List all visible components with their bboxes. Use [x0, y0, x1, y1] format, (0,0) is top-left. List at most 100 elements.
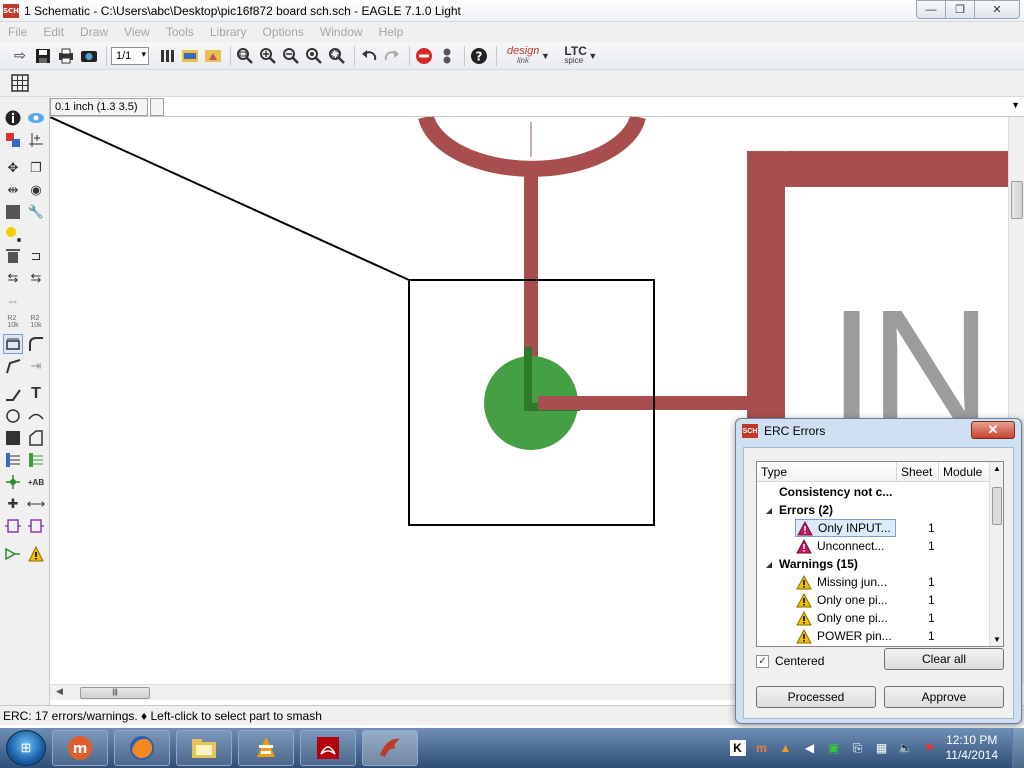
tray-network-icon[interactable]: ▦	[874, 740, 890, 756]
tray-speaker-icon[interactable]: ◀	[802, 740, 818, 756]
centered-checkbox-row[interactable]: ✓ Centered	[756, 654, 824, 668]
copy-icon[interactable]: ❐	[26, 158, 46, 178]
menu-tools[interactable]: Tools	[158, 25, 202, 39]
mark-icon[interactable]	[26, 130, 46, 150]
command-input[interactable]	[150, 97, 164, 116]
tray-m-icon[interactable]: m	[754, 740, 770, 756]
ltc-spice-logo[interactable]: LTC spice	[564, 45, 586, 66]
print-icon[interactable]	[56, 46, 76, 66]
erc-tree-row[interactable]: POWER pi...1	[757, 645, 991, 646]
erc-scroll-down-icon[interactable]: ▼	[993, 635, 1001, 644]
menu-edit[interactable]: Edit	[35, 25, 72, 39]
replace-icon[interactable]: ⇔	[3, 290, 23, 310]
maximize-button[interactable]: ❐	[945, 0, 975, 19]
erc-close-button[interactable]: ✕	[971, 421, 1015, 439]
erc-scroll-thumb[interactable]	[992, 487, 1002, 525]
add-icon[interactable]: ⊐	[26, 246, 46, 266]
scroll-left-icon[interactable]: ◀	[56, 686, 63, 697]
close-button[interactable]: ✕	[974, 0, 1020, 19]
rotate-icon[interactable]: ◉	[26, 180, 46, 200]
erc-tree[interactable]: Type Sheet Module ▲ ▼ Consistency not c.…	[756, 461, 1004, 647]
ulp-icon[interactable]	[203, 46, 223, 66]
smash-icon[interactable]	[3, 334, 23, 354]
col-type[interactable]: Type	[757, 462, 897, 481]
col-module[interactable]: Module	[939, 462, 991, 481]
zoom-in-icon[interactable]	[258, 46, 278, 66]
info-icon[interactable]	[3, 108, 23, 128]
text-icon[interactable]: T	[26, 384, 46, 404]
paste-icon[interactable]	[3, 224, 23, 244]
approve-button[interactable]: Approve	[884, 686, 1004, 708]
horizontal-scroll-thumb[interactable]: |||	[80, 687, 150, 699]
taskbar-eagle-icon[interactable]	[362, 730, 418, 766]
erc-tree-row[interactable]: Consistency not c...	[757, 483, 991, 501]
help-icon[interactable]: ?	[469, 46, 489, 66]
menu-window[interactable]: Window	[312, 25, 371, 39]
arc-icon[interactable]	[26, 406, 46, 426]
net-icon[interactable]	[26, 450, 46, 470]
save-icon[interactable]	[33, 46, 53, 66]
undo-icon[interactable]	[359, 46, 379, 66]
taskbar-firefox-icon[interactable]	[114, 730, 170, 766]
taskbar-explorer-icon[interactable]	[176, 730, 232, 766]
bus-icon[interactable]	[3, 450, 23, 470]
dimension-icon[interactable]: ⟷	[26, 494, 46, 514]
optimize-icon[interactable]: ⇥	[26, 356, 46, 376]
erc-scroll-up-icon[interactable]: ▲	[993, 464, 1001, 473]
redraw-icon[interactable]	[304, 46, 324, 66]
tray-volume-icon[interactable]: 🔈	[898, 740, 914, 756]
menu-options[interactable]: Options	[255, 25, 312, 39]
expand-triangle-icon[interactable]: ◢	[763, 506, 775, 515]
value-icon[interactable]: R2 10k	[26, 312, 46, 332]
circle-icon[interactable]	[3, 406, 23, 426]
group-icon[interactable]	[3, 202, 23, 222]
system-clock[interactable]: 12:10 PM 11/4/2014	[946, 733, 999, 763]
command-history-dropdown-icon[interactable]: ▼	[1011, 100, 1020, 110]
zoom-fit-icon[interactable]	[235, 46, 255, 66]
move-icon[interactable]: ✥	[3, 158, 23, 178]
processed-button[interactable]: Processed	[756, 686, 876, 708]
attribute-icon[interactable]: ✚	[3, 494, 23, 514]
menu-file[interactable]: File	[0, 25, 35, 39]
ltc-dropdown-icon[interactable]: ▼	[587, 46, 599, 66]
tray-action-center-icon[interactable]: ⚑	[922, 740, 938, 756]
menu-help[interactable]: Help	[371, 25, 412, 39]
taskbar-vlc-icon[interactable]	[238, 730, 294, 766]
rect-icon[interactable]	[3, 428, 23, 448]
menu-library[interactable]: Library	[202, 25, 255, 39]
change-icon[interactable]: 🔧	[26, 202, 46, 222]
junction-icon[interactable]	[3, 472, 23, 492]
menu-view[interactable]: View	[116, 25, 158, 39]
gateswap-icon[interactable]: ⇆	[26, 268, 46, 288]
design-link-logo[interactable]: design link	[507, 45, 539, 66]
tray-vlc-icon[interactable]: ▲	[778, 740, 794, 756]
sch-switch-icon[interactable]	[180, 46, 200, 66]
open-icon[interactable]: ⇨	[10, 46, 30, 66]
mirror-icon[interactable]: ⇹	[3, 180, 23, 200]
pinswap-icon[interactable]: ⇆	[3, 268, 23, 288]
col-sheet[interactable]: Sheet	[897, 462, 939, 481]
erc-tree-row[interactable]: Unconnect... 1	[757, 537, 991, 555]
menu-draw[interactable]: Draw	[72, 25, 116, 39]
design-link-dropdown-icon[interactable]: ▼	[539, 46, 551, 66]
minimize-button[interactable]: —	[916, 0, 946, 19]
go-icon[interactable]	[437, 46, 457, 66]
grid-icon[interactable]	[10, 73, 30, 93]
zoom-out-icon[interactable]	[281, 46, 301, 66]
tray-usb-icon[interactable]: ⎘	[850, 740, 866, 756]
polygon-icon[interactable]	[26, 428, 46, 448]
centered-checkbox[interactable]: ✓	[756, 654, 769, 668]
sheet-select[interactable]: 1/1	[111, 46, 149, 65]
split-icon[interactable]	[3, 356, 23, 376]
display-icon[interactable]	[3, 130, 23, 150]
label-icon[interactable]: +AB	[26, 472, 46, 492]
tray-battery-icon[interactable]: ▣	[826, 740, 842, 756]
erc-tree-row[interactable]: Only one pi... 1	[757, 591, 991, 609]
tray-k-icon[interactable]: K	[729, 740, 746, 756]
taskbar-app-m-icon[interactable]: m	[52, 730, 108, 766]
name-icon[interactable]: R2 10k	[3, 312, 23, 332]
erc-tree-row[interactable]: POWER pin... 1	[757, 627, 991, 645]
taskbar-acrobat-icon[interactable]	[300, 730, 356, 766]
redo-icon[interactable]	[382, 46, 402, 66]
erc-tree-row[interactable]: ◢ Errors (2)	[757, 501, 991, 519]
